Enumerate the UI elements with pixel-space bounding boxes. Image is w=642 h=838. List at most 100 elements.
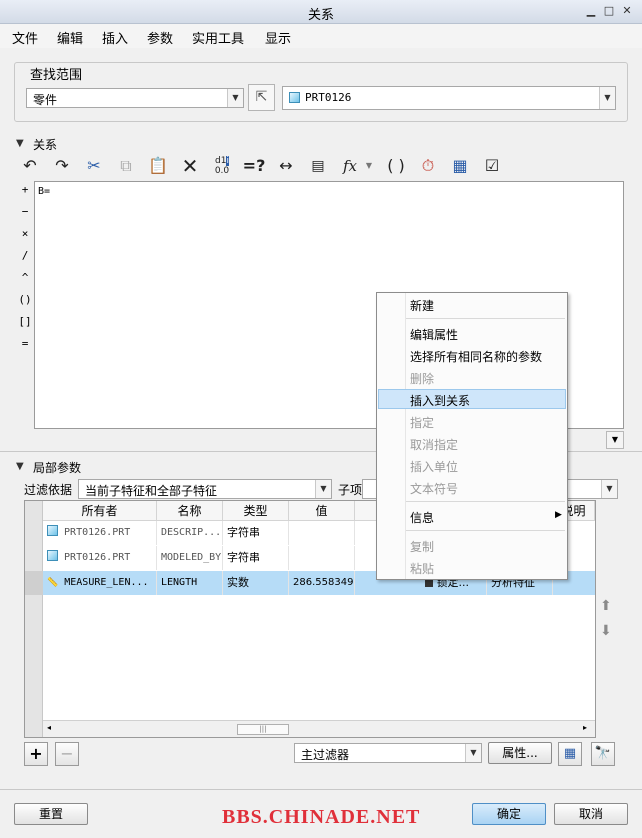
watermark: BBS.CHINADE.NET bbox=[222, 806, 421, 828]
close-icon[interactable]: ✕ bbox=[620, 4, 634, 18]
value-cell[interactable] bbox=[289, 521, 355, 545]
parentheses-icon[interactable]: ( ) bbox=[384, 154, 408, 178]
main-filter-value: 主过滤器 bbox=[301, 748, 350, 762]
display-dimension-icon[interactable]: ↔ bbox=[274, 154, 298, 178]
type-cell: 字符串 bbox=[223, 521, 289, 545]
horizontal-scrollbar[interactable]: ◂ ||| ▸ bbox=[43, 720, 595, 737]
chevron-down-icon[interactable]: ▼ bbox=[606, 431, 624, 449]
row-selector[interactable] bbox=[25, 571, 43, 595]
menu-utilities[interactable]: 实用工具 bbox=[192, 28, 244, 47]
divider bbox=[0, 789, 642, 790]
menu-item-paste[interactable]: 粘贴 bbox=[410, 560, 434, 577]
menu-edit[interactable]: 编辑 bbox=[57, 28, 83, 47]
menu-item-edit-properties[interactable]: 编辑属性 bbox=[410, 326, 458, 343]
menu-item-copy[interactable]: 复制 bbox=[410, 538, 434, 555]
collapse-params-icon[interactable]: ▼ bbox=[16, 461, 24, 472]
power-operator[interactable]: ^ bbox=[17, 271, 33, 284]
move-down-icon[interactable]: ⬇ bbox=[600, 623, 612, 639]
type-cell: 实数 bbox=[223, 571, 289, 595]
divide-operator[interactable]: / bbox=[17, 249, 33, 262]
menu-file[interactable]: 文件 bbox=[12, 28, 38, 47]
reset-button[interactable]: 重置 bbox=[14, 803, 88, 825]
redo-icon[interactable]: ↷ bbox=[50, 154, 74, 178]
lookin-model-select[interactable]: PRT0126 ▼ bbox=[282, 86, 616, 110]
menu-item-info[interactable]: 信息 bbox=[410, 509, 434, 526]
check-icon[interactable]: ☑ bbox=[480, 154, 504, 178]
title-bar: 关系 ▁ □ ✕ bbox=[0, 0, 642, 24]
owner-cell: 📏 MEASURE_LEN... bbox=[43, 571, 157, 595]
menu-item-insert-units[interactable]: 插入单位 bbox=[410, 458, 458, 475]
ok-button[interactable]: 确定 bbox=[472, 803, 546, 825]
copy-icon[interactable]: ⧉ bbox=[114, 154, 138, 178]
part-icon bbox=[289, 92, 300, 106]
switch-symbols-icon[interactable]: d1i 0.0 bbox=[210, 154, 234, 178]
undo-icon[interactable]: ↶ bbox=[18, 154, 42, 178]
menu-insert[interactable]: 插入 bbox=[102, 28, 128, 47]
column-header-type[interactable]: 类型 bbox=[223, 501, 289, 521]
chevron-down-icon: ▼ bbox=[601, 480, 617, 498]
plus-operator[interactable]: + bbox=[17, 183, 33, 196]
menu-item-insert-to-relations[interactable]: 插入到关系 bbox=[410, 392, 470, 409]
collapse-relations-icon[interactable]: ▼ bbox=[16, 138, 24, 149]
remove-parameter-button[interactable]: − bbox=[55, 742, 79, 766]
parentheses-operator[interactable]: () bbox=[17, 293, 33, 306]
move-up-icon[interactable]: ⬆ bbox=[600, 598, 612, 614]
chevron-left-icon[interactable]: ◂ bbox=[47, 723, 51, 732]
lookin-title: 查找范围 bbox=[30, 68, 83, 83]
value-cell[interactable] bbox=[289, 546, 355, 570]
function-icon[interactable]: fx bbox=[338, 154, 362, 178]
add-parameter-button[interactable]: + bbox=[24, 742, 48, 766]
menu-item-text-symbol[interactable]: 文本符号 bbox=[410, 480, 458, 497]
evaluate-icon[interactable]: =? bbox=[242, 154, 266, 178]
properties-button[interactable]: 属性... bbox=[488, 742, 552, 764]
menu-item-undesignate[interactable]: 取消指定 bbox=[410, 436, 458, 453]
verify-icon[interactable]: ⏱ bbox=[416, 154, 440, 178]
table-icon[interactable]: ▦ bbox=[558, 742, 582, 766]
chevron-down-icon: ▼ bbox=[227, 89, 243, 107]
maximize-icon[interactable]: □ bbox=[602, 4, 616, 18]
chevron-down-icon: ▼ bbox=[465, 744, 481, 762]
column-header-name[interactable]: 名称 bbox=[157, 501, 223, 521]
menu-parameters[interactable]: 参数 bbox=[147, 28, 173, 47]
menu-gutter bbox=[405, 293, 406, 579]
minus-operator[interactable]: − bbox=[17, 205, 33, 218]
paste-icon[interactable]: 📋 bbox=[146, 154, 170, 178]
window-title: 关系 bbox=[307, 8, 334, 23]
name-cell: MODELED_BY bbox=[157, 546, 223, 570]
measure-feature-icon: 📏 bbox=[47, 578, 59, 588]
lookin-type-select[interactable]: 零件 ▼ bbox=[26, 88, 244, 108]
select-cursor-icon[interactable]: ⇱ bbox=[248, 84, 275, 111]
name-cell: LENGTH bbox=[157, 571, 223, 595]
delete-icon[interactable]: ✕ bbox=[178, 154, 202, 178]
parameter-icon[interactable]: ▦ bbox=[448, 154, 472, 178]
minimize-icon[interactable]: ▁ bbox=[584, 4, 598, 18]
part-icon bbox=[47, 525, 58, 536]
value-cell[interactable]: 286.558349 bbox=[289, 571, 355, 595]
menu-item-new[interactable]: 新建 bbox=[410, 297, 434, 314]
equals-operator[interactable]: = bbox=[17, 337, 33, 350]
main-filter-select[interactable]: 主过滤器 ▼ bbox=[294, 743, 482, 763]
owner-text: PRT0126.PRT bbox=[64, 552, 131, 563]
menu-item-select-same-name[interactable]: 选择所有相同名称的参数 bbox=[410, 348, 542, 365]
menu-item-designate[interactable]: 指定 bbox=[410, 414, 434, 431]
context-menu: 新建 编辑属性 选择所有相同名称的参数 删除 插入到关系 指定 取消指定 插入单… bbox=[376, 292, 568, 580]
cancel-button[interactable]: 取消 bbox=[554, 803, 628, 825]
sort-relations-icon[interactable]: ▤ bbox=[306, 154, 330, 178]
chevron-down-icon[interactable]: ▼ bbox=[362, 154, 376, 178]
chevron-right-icon[interactable]: ▸ bbox=[583, 723, 587, 732]
submenu-arrow-icon: ▶ bbox=[555, 510, 562, 520]
menu-display[interactable]: 显示 bbox=[265, 28, 291, 47]
multiply-operator[interactable]: × bbox=[17, 227, 33, 240]
filter-select[interactable]: 当前子特征和全部子特征 ▼ bbox=[78, 479, 332, 499]
relations-title: 关系 bbox=[33, 138, 58, 152]
menu-item-delete[interactable]: 删除 bbox=[410, 370, 434, 387]
scrollbar-thumb[interactable]: ||| bbox=[237, 724, 289, 735]
lock-icon bbox=[425, 579, 433, 587]
column-header-value[interactable]: 值 bbox=[289, 501, 355, 521]
brackets-operator[interactable]: [] bbox=[17, 315, 33, 328]
binoculars-icon[interactable]: 🔭 bbox=[591, 742, 615, 766]
column-header-owner[interactable]: 所有者 bbox=[43, 501, 157, 521]
cut-icon[interactable]: ✂ bbox=[82, 154, 106, 178]
menu-highlight bbox=[378, 389, 566, 409]
chevron-down-icon: ▼ bbox=[599, 87, 615, 109]
